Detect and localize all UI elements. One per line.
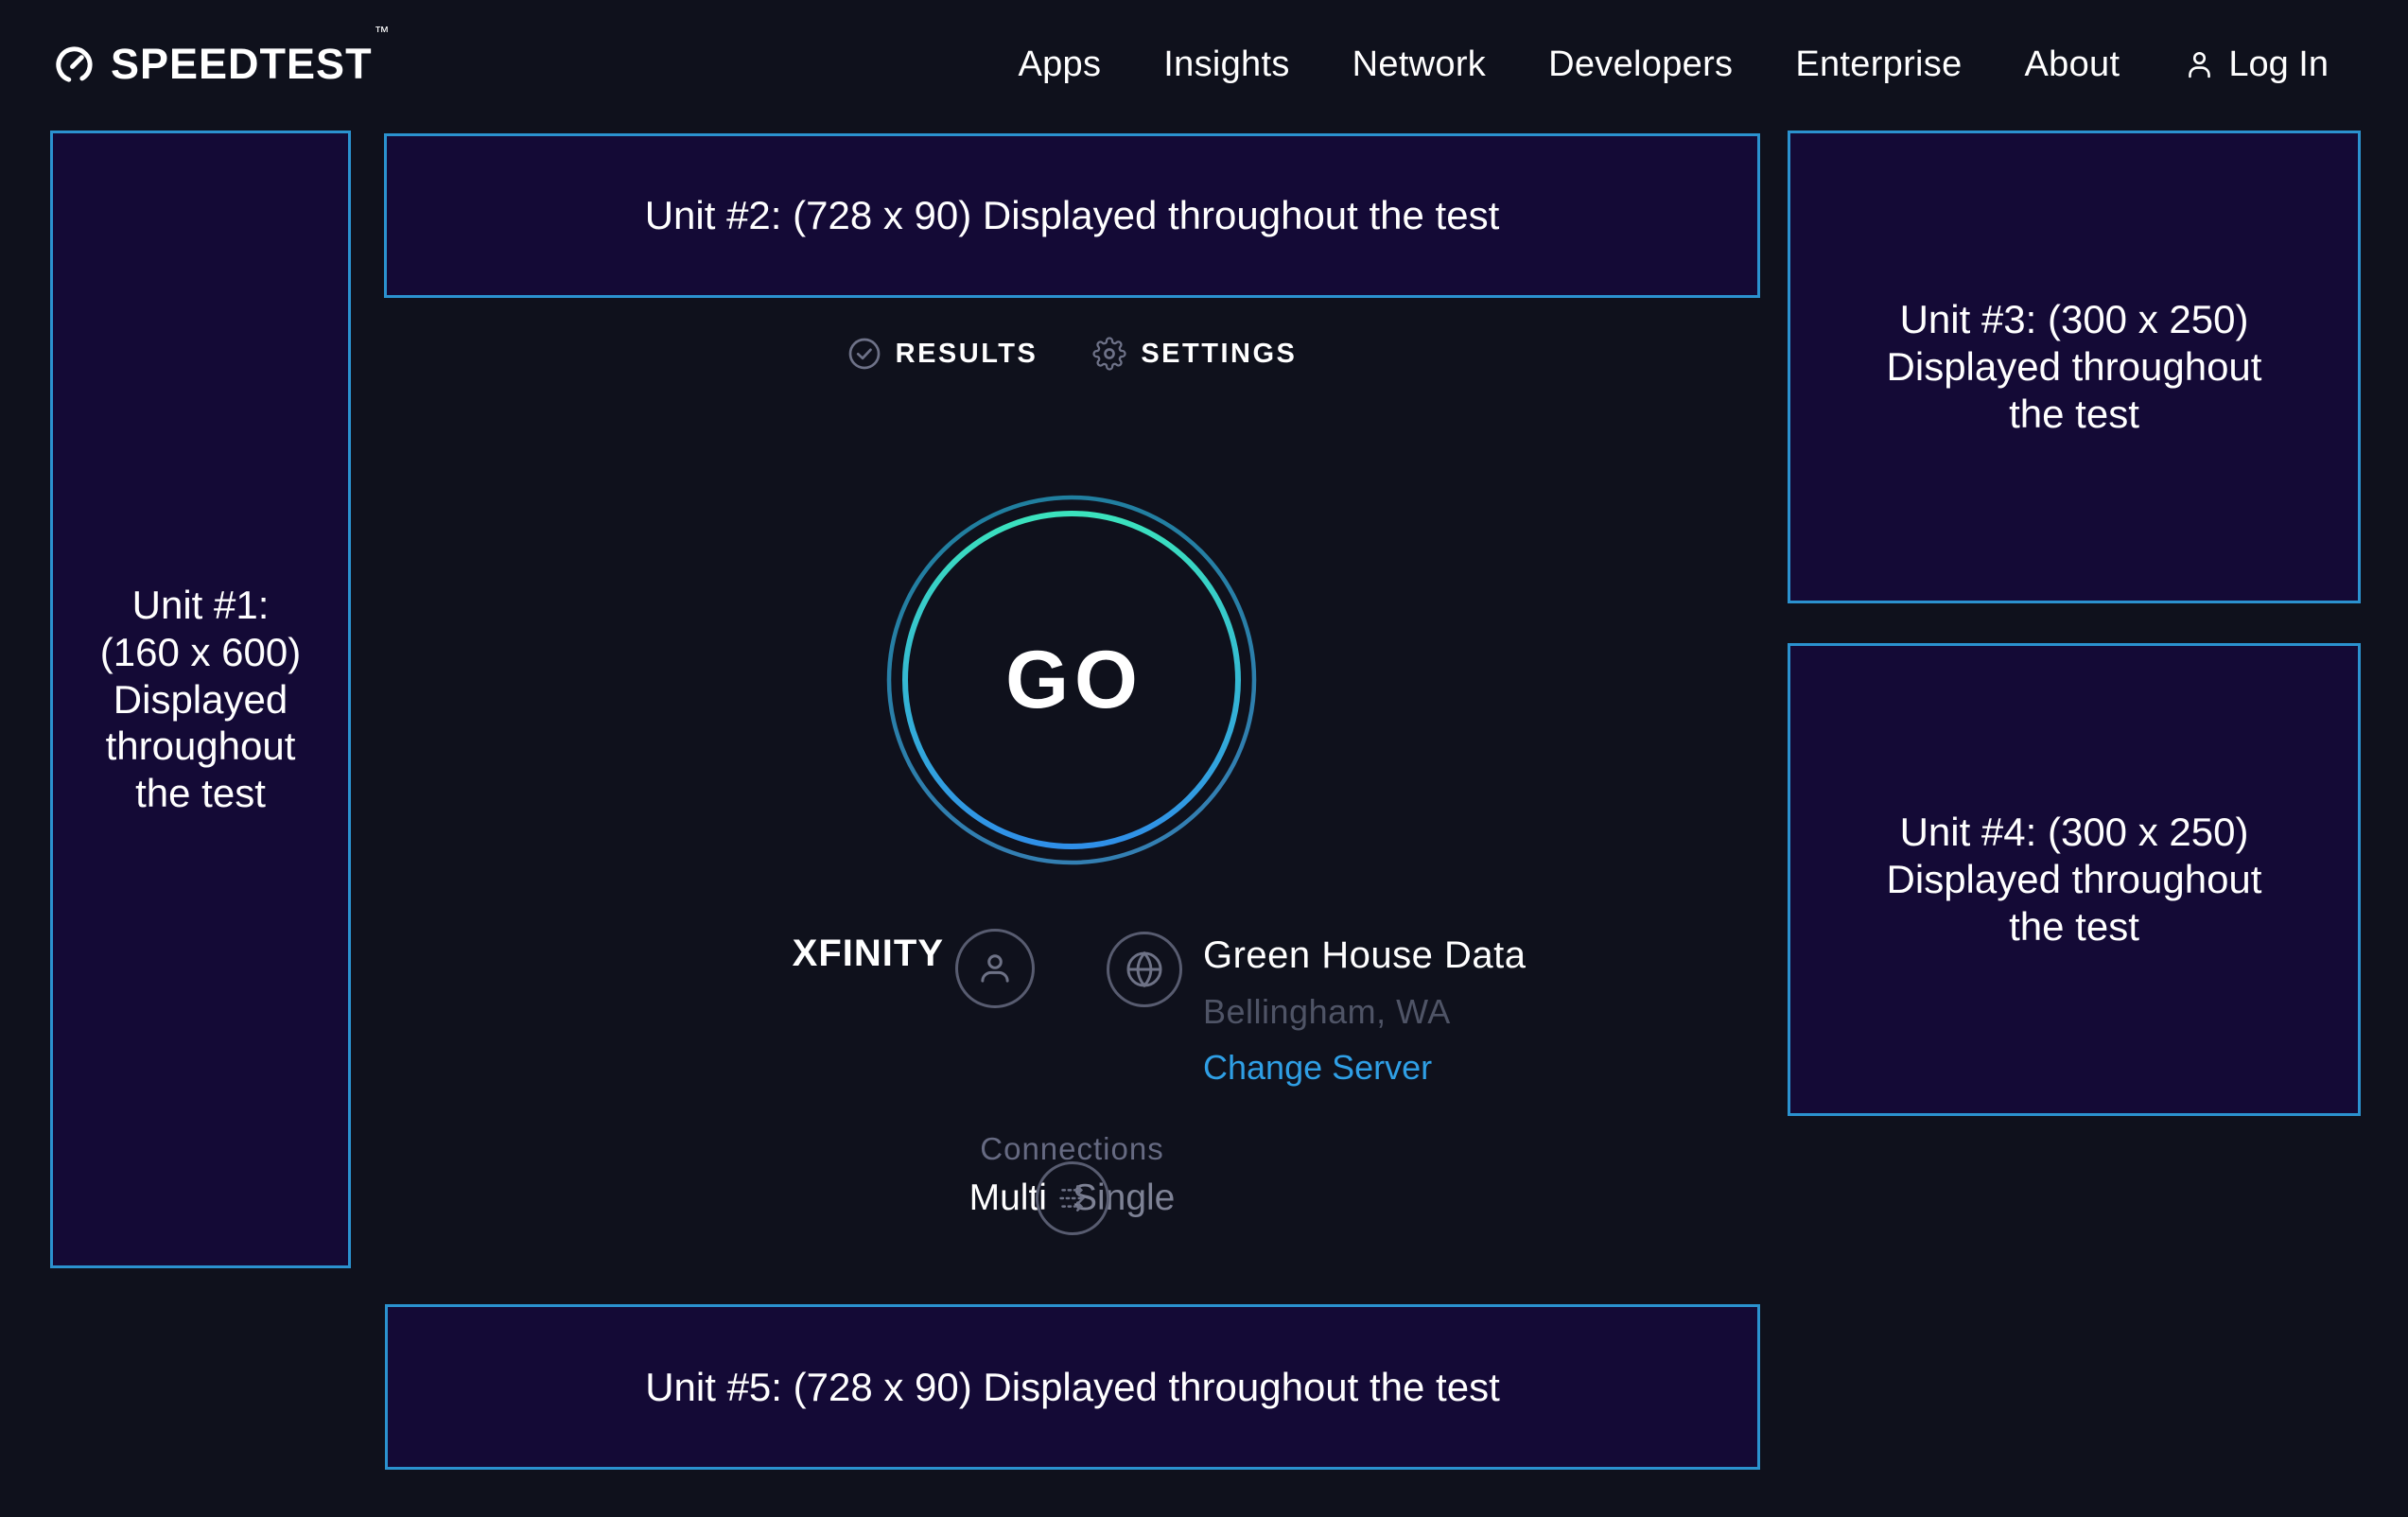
ad-unit-5: Unit #5: (728 x 90) Displayed throughout… — [385, 1304, 1760, 1470]
ad-unit-3: Unit #3: (300 x 250) Displayed throughou… — [1788, 131, 2361, 603]
ad-unit-1-line: (160 x 600) — [100, 629, 301, 676]
globe-icon — [1124, 949, 1165, 990]
ad-unit-1-line: the test — [135, 770, 266, 817]
ad-unit-3-line: Displayed throughout — [1887, 343, 2262, 391]
go-button[interactable]: GO — [886, 495, 1257, 865]
ad-unit-4-line: the test — [2009, 903, 2139, 950]
tab-results-label: RESULTS — [896, 339, 1038, 370]
ad-unit-1-line: throughout — [106, 723, 296, 770]
ad-unit-4: Unit #4: (300 x 250) Displayed throughou… — [1788, 643, 2361, 1116]
server-info: Green House Data Bellingham, WA Change S… — [1203, 934, 1527, 1088]
gear-icon — [1092, 337, 1126, 371]
go-label: GO — [886, 495, 1257, 865]
tabs-bar: RESULTS SETTINGS — [384, 337, 1760, 371]
nav-about[interactable]: About — [2025, 44, 2120, 85]
nav-enterprise[interactable]: Enterprise — [1795, 44, 1962, 85]
server-globe-badge — [1107, 932, 1182, 1007]
isp-user-badge — [955, 929, 1035, 1008]
nav-apps[interactable]: Apps — [1018, 44, 1101, 85]
ad-unit-2-label: Unit #2: (728 x 90) Displayed throughout… — [645, 192, 1500, 239]
ad-unit-1-line: Unit #1: — [132, 582, 270, 629]
logo-text: SPEEDTEST™ — [111, 40, 388, 89]
ad-unit-5-label: Unit #5: (728 x 90) Displayed throughout… — [645, 1364, 1500, 1411]
login-button[interactable]: Log In — [2182, 44, 2329, 85]
server-location: Bellingham, WA — [1203, 992, 1451, 1032]
check-circle-icon — [847, 337, 881, 371]
tab-settings[interactable]: SETTINGS — [1092, 337, 1297, 371]
ad-unit-4-line: Displayed throughout — [1887, 856, 2262, 903]
connections-toggle: Multi Single — [384, 1177, 1760, 1219]
main-nav: Apps Insights Network Developers Enterpr… — [1018, 44, 2329, 85]
login-label: Log In — [2228, 44, 2329, 85]
ad-unit-3-line: Unit #3: (300 x 250) — [1900, 296, 2249, 343]
multi-connection-arrows-icon — [1051, 1177, 1094, 1220]
isp-name: XFINITY — [793, 933, 944, 975]
speedometer-icon — [52, 43, 96, 87]
nav-network[interactable]: Network — [1352, 44, 1486, 85]
user-circle-icon — [975, 949, 1015, 988]
change-server-link[interactable]: Change Server — [1203, 1048, 1432, 1088]
ad-unit-3-line: the test — [2009, 391, 2139, 438]
ad-unit-1: Unit #1: (160 x 600) Displayed throughou… — [50, 131, 351, 1268]
speedtest-page: SPEEDTEST™ Apps Insights Network Develop… — [0, 0, 2408, 1517]
ad-unit-1-line: Displayed — [113, 676, 288, 724]
tab-results[interactable]: RESULTS — [847, 337, 1038, 371]
header: SPEEDTEST™ Apps Insights Network Develop… — [0, 0, 2408, 129]
ad-unit-4-line: Unit #4: (300 x 250) — [1900, 809, 2249, 856]
server-name: Green House Data — [1203, 934, 1527, 977]
connections-toggle-button[interactable] — [1036, 1161, 1109, 1235]
ad-unit-2: Unit #2: (728 x 90) Displayed throughout… — [384, 133, 1760, 298]
speedtest-logo[interactable]: SPEEDTEST™ — [52, 40, 388, 89]
tab-settings-label: SETTINGS — [1141, 339, 1297, 370]
user-icon — [2182, 47, 2217, 82]
nav-developers[interactable]: Developers — [1548, 44, 1733, 85]
nav-insights[interactable]: Insights — [1163, 44, 1289, 85]
redacted-ip-address — [739, 992, 939, 1016]
